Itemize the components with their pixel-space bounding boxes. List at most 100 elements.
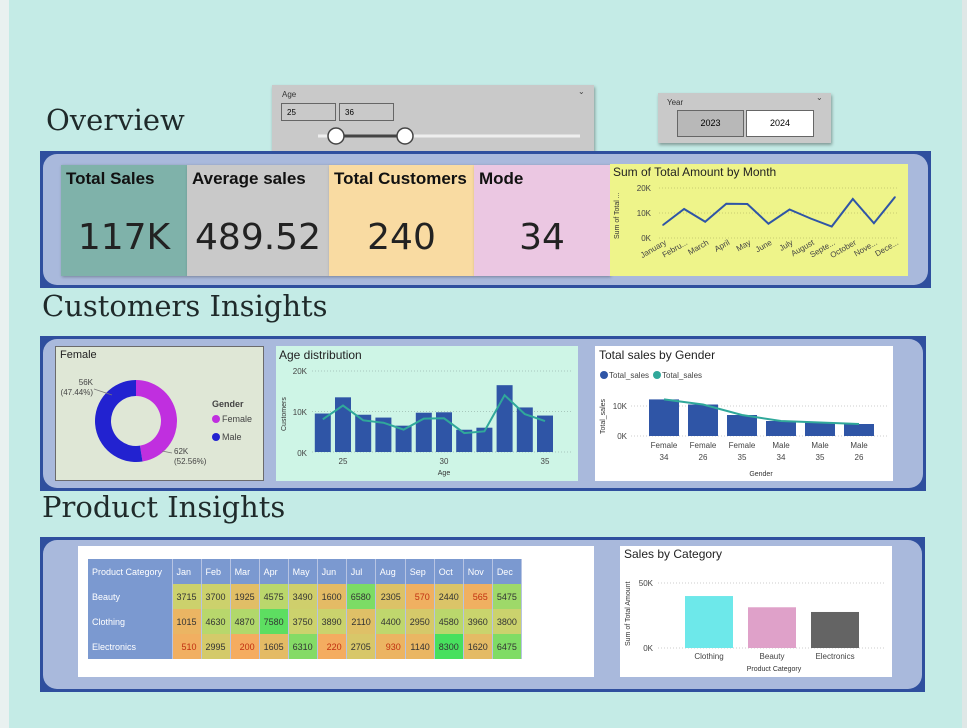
y-tick: 0K bbox=[641, 234, 651, 243]
chevron-down-icon[interactable]: ⌄ bbox=[816, 93, 823, 102]
gender-sales-bar bbox=[688, 404, 718, 436]
leader-line bbox=[161, 450, 173, 454]
gender-sales-bar bbox=[766, 421, 796, 436]
year-option-2023[interactable]: 2023 bbox=[677, 110, 744, 137]
table-row: Electronics 510 2995 200 1605 6310 220 2705 930 1… bbox=[88, 634, 522, 659]
table-cell: 3490 bbox=[288, 584, 318, 609]
sales-by-category-chart[interactable]: Sales by Category Sum of Total Amount 50… bbox=[620, 546, 892, 677]
row-header[interactable]: Electronics bbox=[88, 634, 173, 659]
column-header[interactable]: Jan bbox=[172, 559, 202, 584]
gender-sales-bar bbox=[727, 415, 757, 436]
table-cell: 4400 bbox=[375, 609, 406, 634]
table-cell: 930 bbox=[375, 634, 406, 659]
column-header[interactable]: Jul bbox=[346, 559, 376, 584]
x-tick-age: 34 bbox=[777, 453, 786, 462]
column-header[interactable]: Apr bbox=[259, 559, 289, 584]
month-point bbox=[683, 208, 685, 210]
matrix-container: Product Category Jan Feb Mar Apr May Jun Jul Aug… bbox=[78, 546, 594, 677]
column-header[interactable]: May bbox=[288, 559, 318, 584]
age-max-input[interactable]: 36 bbox=[339, 103, 394, 121]
chevron-down-icon[interactable]: ⌄ bbox=[578, 87, 585, 96]
table-cell: 4575 bbox=[259, 584, 289, 609]
x-tick-category: Beauty bbox=[760, 652, 785, 661]
x-tick-month: Dece... bbox=[874, 238, 900, 258]
table-cell: 200 bbox=[230, 634, 260, 659]
donut-slice-male bbox=[95, 380, 143, 462]
total-sales-by-gender-chart[interactable]: Total sales by Gender Total_sales Total_… bbox=[595, 346, 893, 481]
gender-sales-bar bbox=[805, 422, 835, 436]
x-tick-age: 26 bbox=[855, 453, 864, 462]
donut-label-male-pct: (52.56%) bbox=[174, 457, 207, 466]
table-cell: 3700 bbox=[201, 584, 231, 609]
legend-title: Gender bbox=[212, 399, 244, 409]
month-point bbox=[852, 198, 854, 200]
gender-sales-plot: Total_sales Total_sales Total_sales 10K … bbox=[600, 371, 889, 478]
column-header[interactable]: Nov bbox=[463, 559, 493, 584]
donut-plot: 56K (47.44%) 62K (52.56%) Gender Female … bbox=[61, 378, 252, 466]
x-tick-gender: Female bbox=[651, 441, 678, 450]
column-header[interactable]: Jun bbox=[317, 559, 347, 584]
card-value: 240 bbox=[367, 217, 436, 258]
age-min-input[interactable]: 25 bbox=[281, 103, 336, 121]
table-cell: 3750 bbox=[288, 609, 318, 634]
table-cell: 3960 bbox=[463, 609, 493, 634]
row-header[interactable]: Clothing bbox=[88, 609, 173, 634]
slider-handle-high[interactable] bbox=[396, 127, 414, 145]
year-option-2024[interactable]: 2024 bbox=[746, 110, 814, 137]
donut-slice-female bbox=[136, 380, 178, 462]
card-label: Average sales bbox=[192, 169, 306, 188]
table-cell: 1015 bbox=[172, 609, 202, 634]
row-header[interactable]: Beauty bbox=[88, 584, 173, 609]
donut-label-female-pct: (47.44%) bbox=[61, 388, 94, 397]
y-tick: 0K bbox=[617, 432, 627, 441]
age-range-slider[interactable] bbox=[272, 125, 594, 149]
x-tick-gender: Male bbox=[811, 441, 829, 450]
table-cell: 510 bbox=[172, 634, 202, 659]
month-point bbox=[788, 208, 791, 211]
table-cell: 6580 bbox=[346, 584, 376, 609]
sales-by-month-chart[interactable]: Sum of Total Amount by Month Sum of Tota… bbox=[610, 164, 908, 276]
total-customers-card: Total Customers 240 bbox=[329, 165, 474, 276]
year-slicer[interactable]: Year ⌄ 2023 2024 bbox=[658, 93, 831, 143]
x-tick-month: June bbox=[754, 238, 774, 255]
x-tick-age: 34 bbox=[660, 453, 669, 462]
x-tick-month: May bbox=[735, 238, 753, 253]
table-cell: 4870 bbox=[230, 609, 260, 634]
column-header[interactable]: Feb bbox=[201, 559, 231, 584]
table-cell: 3715 bbox=[172, 584, 202, 609]
table-cell: 6310 bbox=[288, 634, 318, 659]
sales-matrix-table: Product Category Jan Feb Mar Apr May Jun Jul Aug… bbox=[88, 559, 522, 659]
mode-card: Mode 34 bbox=[474, 165, 610, 276]
table-row: Clothing 1015 4630 4870 7580 3750 3890 2110 4400… bbox=[88, 609, 522, 634]
month-line-plot: Sum of Total ... 20K 10K 0K JanuaryFebru… bbox=[614, 184, 900, 260]
month-point bbox=[830, 225, 833, 228]
category-bar-electronics bbox=[811, 611, 859, 648]
column-header[interactable]: Mar bbox=[230, 559, 260, 584]
column-header[interactable]: Product Category bbox=[88, 559, 173, 584]
average-sales-card: Average sales 489.52 bbox=[187, 165, 329, 276]
y-tick: 0K bbox=[643, 644, 653, 653]
table-cell: 7580 bbox=[259, 609, 289, 634]
legend-swatch-bars bbox=[600, 371, 608, 379]
donut-label-female-value: 56K bbox=[79, 378, 94, 387]
legend-female: Female bbox=[222, 414, 252, 424]
column-header[interactable]: Dec bbox=[492, 559, 522, 584]
column-header[interactable]: Oct bbox=[434, 559, 464, 584]
y-axis-label: Sum of Total Amount bbox=[625, 581, 632, 646]
month-point bbox=[704, 220, 706, 223]
table-cell: 565 bbox=[463, 584, 493, 609]
month-point bbox=[809, 217, 812, 220]
gender-sales-bar bbox=[649, 399, 679, 436]
x-axis-label: Gender bbox=[749, 471, 773, 478]
x-tick-month: March bbox=[686, 238, 710, 257]
column-header[interactable]: Aug bbox=[375, 559, 406, 584]
x-tick-gender: Male bbox=[772, 441, 790, 450]
right-edge bbox=[962, 0, 967, 728]
slider-handle-low[interactable] bbox=[327, 127, 345, 145]
column-header[interactable]: Sep bbox=[405, 559, 435, 584]
y-tick: 20K bbox=[293, 367, 308, 376]
age-slicer[interactable]: Age ⌄ 25 36 bbox=[272, 85, 594, 151]
gender-donut-chart[interactable]: Female 56K (47.44%) 62K (52.56%) Gender … bbox=[55, 346, 264, 481]
age-distribution-chart[interactable]: Age distribution Customers 20K 10K 0K 25… bbox=[276, 346, 578, 481]
legend-male: Male bbox=[222, 432, 242, 442]
